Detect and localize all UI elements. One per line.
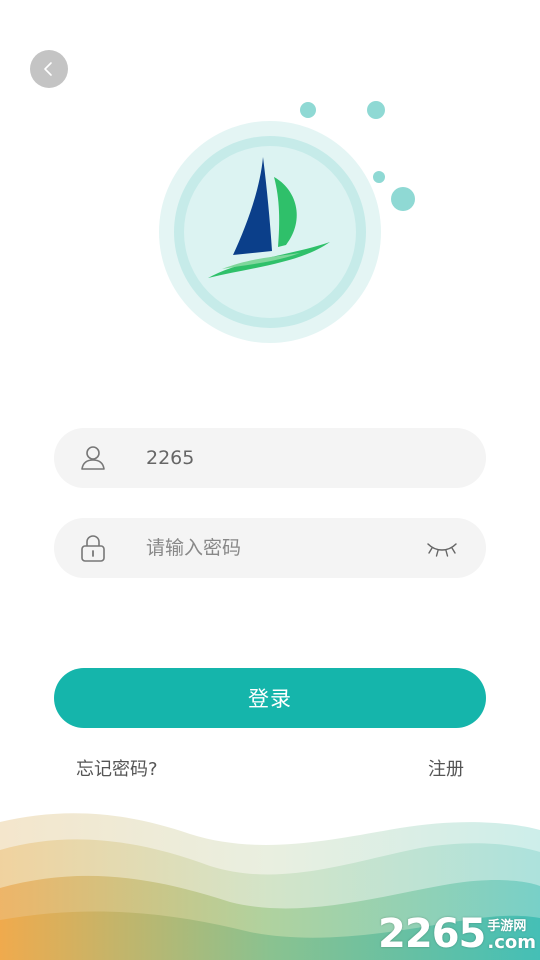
password-input[interactable] — [146, 518, 416, 578]
site-watermark: 2265 手游网 .com — [378, 914, 536, 954]
username-input[interactable] — [146, 428, 416, 488]
eye-closed-icon[interactable] — [424, 536, 460, 560]
back-button[interactable] — [30, 50, 68, 88]
login-button[interactable]: 登录 — [54, 668, 486, 728]
bubble-decoration — [391, 187, 415, 211]
username-field[interactable] — [54, 428, 486, 488]
bubble-decoration — [373, 171, 385, 183]
app-logo — [150, 95, 430, 355]
lock-icon — [78, 533, 108, 563]
chevron-left-icon — [44, 62, 52, 76]
watermark-number: 2265 — [378, 911, 486, 957]
watermark-domain: .com — [487, 932, 536, 953]
bubble-decoration — [300, 102, 316, 118]
bubble-decoration — [367, 101, 385, 119]
user-icon — [78, 443, 108, 473]
password-field[interactable] — [54, 518, 486, 578]
register-link[interactable]: 注册 — [428, 755, 464, 781]
forgot-password-link[interactable]: 忘记密码? — [76, 755, 158, 781]
